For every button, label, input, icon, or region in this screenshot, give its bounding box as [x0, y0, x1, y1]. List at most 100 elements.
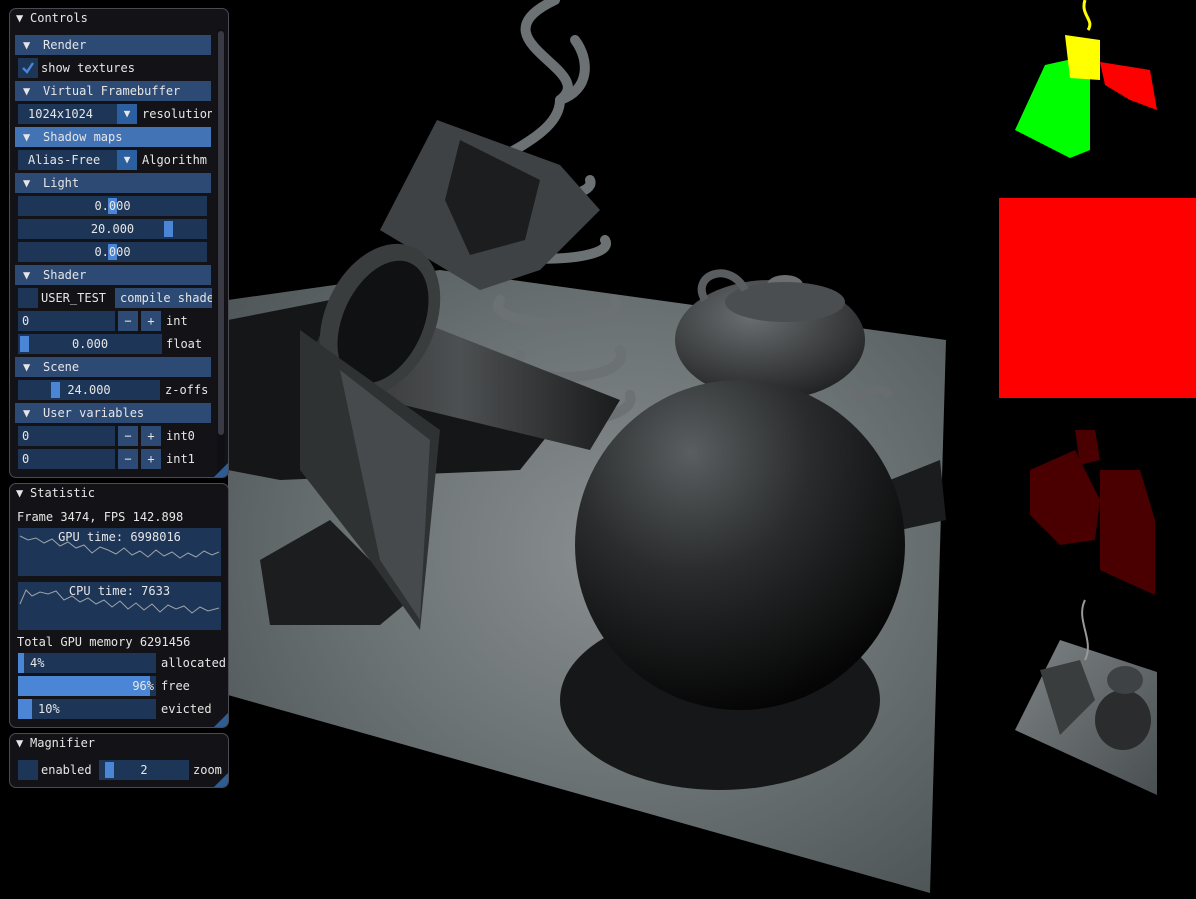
- shader-int-plus-button[interactable]: +: [141, 311, 161, 331]
- user-test-label: USER_TEST: [41, 291, 107, 305]
- chevron-down-icon[interactable]: ▼: [117, 150, 137, 170]
- triangle-down-icon[interactable]: ▼: [16, 484, 30, 502]
- triangle-down-icon[interactable]: ▼: [16, 9, 30, 27]
- free-progress-bar: 96%: [18, 676, 156, 696]
- allocated-progress-bar: 4%: [18, 653, 156, 673]
- user-test-checkbox[interactable]: [18, 288, 38, 308]
- header-shader[interactable]: ▼ Shader: [15, 265, 211, 285]
- int1-minus-button[interactable]: −: [118, 449, 138, 469]
- triangle-down-icon: ▼: [23, 84, 31, 98]
- triangle-down-icon: ▼: [23, 268, 31, 282]
- allocated-progress-value: 4%: [30, 656, 45, 670]
- sphere: [575, 380, 905, 710]
- header-user-variables[interactable]: ▼ User variables: [15, 403, 211, 423]
- int0-value: 0: [22, 429, 30, 443]
- light-slider-x-value: 0.000: [94, 199, 131, 213]
- zoom-slider[interactable]: 2: [99, 760, 189, 780]
- resize-grip-icon[interactable]: [214, 713, 228, 727]
- magnifier-title: Magnifier: [30, 736, 96, 750]
- depth-buffer-view: [999, 198, 1196, 398]
- statistic-window[interactable]: ▼ Statistic Frame 3474, FPS 142.898 GPU t…: [9, 483, 229, 728]
- shader-float-label: float: [166, 337, 203, 351]
- int0-label: int0: [166, 429, 195, 443]
- allocated-label: allocated: [161, 656, 227, 670]
- controls-title: Controls: [30, 11, 88, 25]
- chevron-down-icon[interactable]: ▼: [117, 104, 137, 124]
- int0-minus-button[interactable]: −: [118, 426, 138, 446]
- header-render-label: Render: [43, 38, 87, 52]
- controls-scrollbar[interactable]: [217, 29, 225, 475]
- light-slider-z-value: 0.000: [94, 245, 131, 259]
- magnifier-enabled-label: enabled: [41, 763, 92, 777]
- int1-plus-button[interactable]: +: [141, 449, 161, 469]
- int1-input[interactable]: 0: [18, 449, 115, 469]
- triangle-down-icon: ▼: [23, 360, 31, 374]
- header-user-variables-label: User variables: [43, 406, 145, 420]
- int1-value: 0: [22, 452, 30, 466]
- int1-label: int1: [166, 452, 195, 466]
- shader-float-slider[interactable]: 0.000: [18, 334, 162, 354]
- evicted-progress-fill: [18, 699, 32, 719]
- statistic-title-bar[interactable]: ▼ Statistic: [10, 484, 228, 503]
- resolution-label: resolution: [142, 107, 212, 121]
- free-progress-value: 96%: [132, 679, 154, 693]
- header-scene[interactable]: ▼ Scene: [15, 357, 211, 377]
- z-offset-label: z-offset: [165, 383, 209, 397]
- light-slider-y[interactable]: 20.000: [18, 219, 207, 239]
- triangle-down-icon[interactable]: ▼: [16, 734, 30, 752]
- resize-grip-icon[interactable]: [214, 773, 228, 787]
- mini-scene-view: [1015, 599, 1157, 795]
- header-shadow-maps[interactable]: ▼ Shadow maps: [15, 127, 211, 147]
- check-icon: [22, 62, 34, 74]
- evicted-label: evicted: [161, 702, 212, 716]
- shader-int-label: int: [166, 314, 188, 328]
- light-slider-z[interactable]: 0.000: [18, 242, 207, 262]
- gpu-time-plot: GPU time: 6998016: [18, 528, 221, 576]
- int0-input[interactable]: 0: [18, 426, 115, 446]
- shader-int-value: 0: [22, 314, 30, 328]
- triangle-down-icon: ▼: [23, 130, 31, 144]
- light-slider-y-value: 20.000: [90, 222, 135, 236]
- compile-shader-button[interactable]: compile shader: [115, 288, 212, 308]
- header-light[interactable]: ▼ Light: [15, 173, 211, 193]
- evicted-progress-value: 10%: [38, 702, 60, 716]
- int0-plus-button[interactable]: +: [141, 426, 161, 446]
- resize-grip-icon[interactable]: [214, 463, 228, 477]
- cpu-time-plot: CPU time: 7633: [18, 582, 221, 630]
- header-render[interactable]: ▼ Render: [15, 35, 211, 55]
- light-slider-x[interactable]: 0.000: [18, 196, 207, 216]
- shader-float-value: 0.000: [71, 337, 109, 351]
- algorithm-combo[interactable]: Alias-Free ▼: [18, 150, 137, 170]
- shadow-debug-view: [1015, 0, 1157, 158]
- algorithm-label: Algorithm: [142, 153, 208, 167]
- shader-int-minus-button[interactable]: −: [118, 311, 138, 331]
- cpu-time-label: CPU time: 7633: [68, 584, 171, 598]
- evicted-progress-bar: 10%: [18, 699, 156, 719]
- scrollbar-thumb[interactable]: [218, 31, 224, 435]
- header-light-label: Light: [43, 176, 80, 190]
- triangle-down-icon: ▼: [23, 406, 31, 420]
- statistic-title: Statistic: [30, 486, 96, 500]
- controls-title-bar[interactable]: ▼ Controls: [10, 9, 228, 28]
- header-shadow-maps-label: Shadow maps: [43, 130, 123, 144]
- dark-red-view: [1030, 430, 1155, 595]
- magnifier-enabled-checkbox[interactable]: [18, 760, 38, 780]
- header-shader-label: Shader: [43, 268, 87, 282]
- algorithm-value: Alias-Free: [28, 153, 101, 167]
- triangle-down-icon: ▼: [23, 176, 31, 190]
- controls-window[interactable]: ▼ Controls ▼ Render show textures ▼ Virtual…: [9, 8, 229, 478]
- header-virtual-framebuffer[interactable]: ▼ Virtual Framebuffer: [15, 81, 211, 101]
- show-textures-label: show textures: [41, 61, 135, 75]
- magnifier-title-bar[interactable]: ▼ Magnifier: [10, 734, 228, 753]
- resolution-value: 1024x1024: [28, 107, 94, 121]
- show-textures-checkbox[interactable]: [18, 58, 38, 78]
- z-offset-slider[interactable]: 24.000: [18, 380, 160, 400]
- header-scene-label: Scene: [43, 360, 80, 374]
- frame-fps-text: Frame 3474, FPS 142.898: [17, 510, 184, 524]
- triangle-down-icon: ▼: [23, 38, 31, 52]
- shader-int-input[interactable]: 0: [18, 311, 115, 331]
- magnifier-window[interactable]: ▼ Magnifier enabled 2 zoom: [9, 733, 229, 788]
- header-virtual-framebuffer-label: Virtual Framebuffer: [43, 84, 181, 98]
- free-label: free: [161, 679, 190, 693]
- resolution-combo[interactable]: 1024x1024 ▼: [18, 104, 137, 124]
